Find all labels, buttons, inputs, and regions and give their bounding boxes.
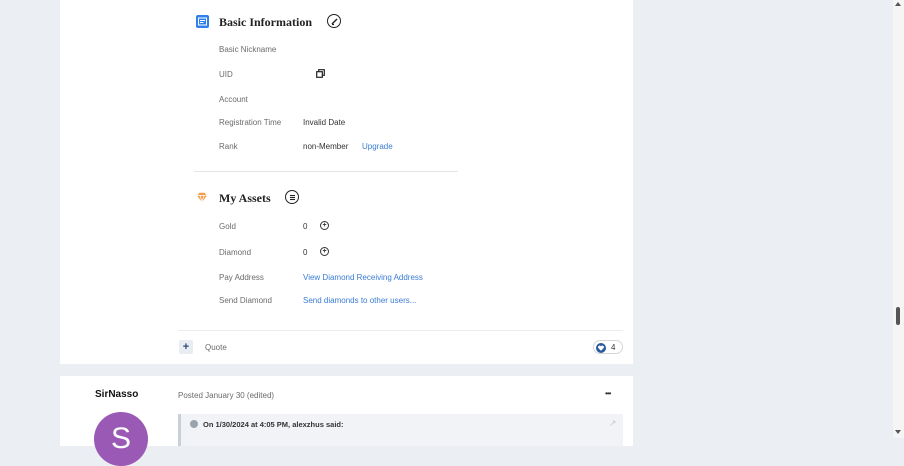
list-icon[interactable] — [285, 190, 299, 204]
footer-divider — [178, 330, 623, 331]
reaction-count: 4 — [611, 343, 616, 352]
copy-icon[interactable] — [316, 69, 325, 78]
section-divider — [194, 171, 458, 172]
pay-address-label: Pay Address — [219, 273, 264, 282]
edit-icon[interactable] — [327, 14, 341, 28]
uid-label: UID — [219, 70, 233, 79]
profile-card: Basic Information Basic Nickname UID Acc… — [60, 0, 633, 364]
scrollbar-thumb[interactable] — [896, 307, 900, 325]
registration-time-value: Invalid Date — [303, 118, 346, 127]
avatar[interactable]: S — [94, 412, 148, 466]
share-arrow-icon[interactable]: ↗ — [609, 418, 617, 429]
post-menu-button[interactable]: ••• — [605, 389, 611, 398]
next-post-card: SirNasso S Posted January 30 (edited) ••… — [60, 376, 633, 466]
post-author-name[interactable]: SirNasso — [95, 389, 138, 400]
add-diamond-icon[interactable]: + — [320, 247, 329, 256]
avatar-letter: S — [110, 422, 131, 455]
rank-label: Rank — [219, 142, 238, 151]
assets-title: My Assets — [219, 191, 271, 205]
multiquote-button[interactable]: + — [179, 340, 193, 354]
basic-info-title: Basic Information — [219, 15, 312, 29]
rank-value: non-Member — [303, 142, 349, 151]
account-label: Account — [219, 95, 248, 104]
add-gold-icon[interactable]: + — [320, 221, 329, 230]
quote-block: On 1/30/2024 at 4:05 PM, alexzhus said: … — [178, 414, 623, 446]
registration-time-label: Registration Time — [219, 118, 282, 127]
post-date: Posted January 30 (edited) — [178, 391, 275, 400]
gold-label: Gold — [219, 222, 236, 231]
upgrade-link[interactable]: Upgrade — [362, 142, 393, 151]
heart-reaction-icon — [596, 342, 606, 353]
quote-header: On 1/30/2024 at 4:05 PM, alexzhus said: — [203, 420, 344, 429]
diamond-value: 0 — [303, 248, 308, 257]
nickname-label: Basic Nickname — [219, 45, 277, 54]
diamond-label: Diamond — [219, 248, 252, 257]
id-card-icon — [196, 15, 209, 28]
reaction-badge[interactable]: 4 — [593, 340, 623, 354]
quote-button[interactable]: Quote — [205, 343, 227, 352]
send-diamonds-link[interactable]: Send diamonds to other users... — [303, 296, 416, 305]
scroll-up-arrow-icon[interactable] — [895, 2, 901, 6]
page-scrollbar[interactable] — [893, 0, 904, 438]
scroll-down-arrow-icon[interactable] — [895, 430, 901, 434]
gold-value: 0 — [303, 222, 308, 231]
send-diamond-label: Send Diamond — [219, 296, 272, 305]
quote-source-icon — [190, 420, 198, 428]
diamond-icon — [196, 192, 208, 204]
view-receiving-address-link[interactable]: View Diamond Receiving Address — [303, 273, 423, 282]
